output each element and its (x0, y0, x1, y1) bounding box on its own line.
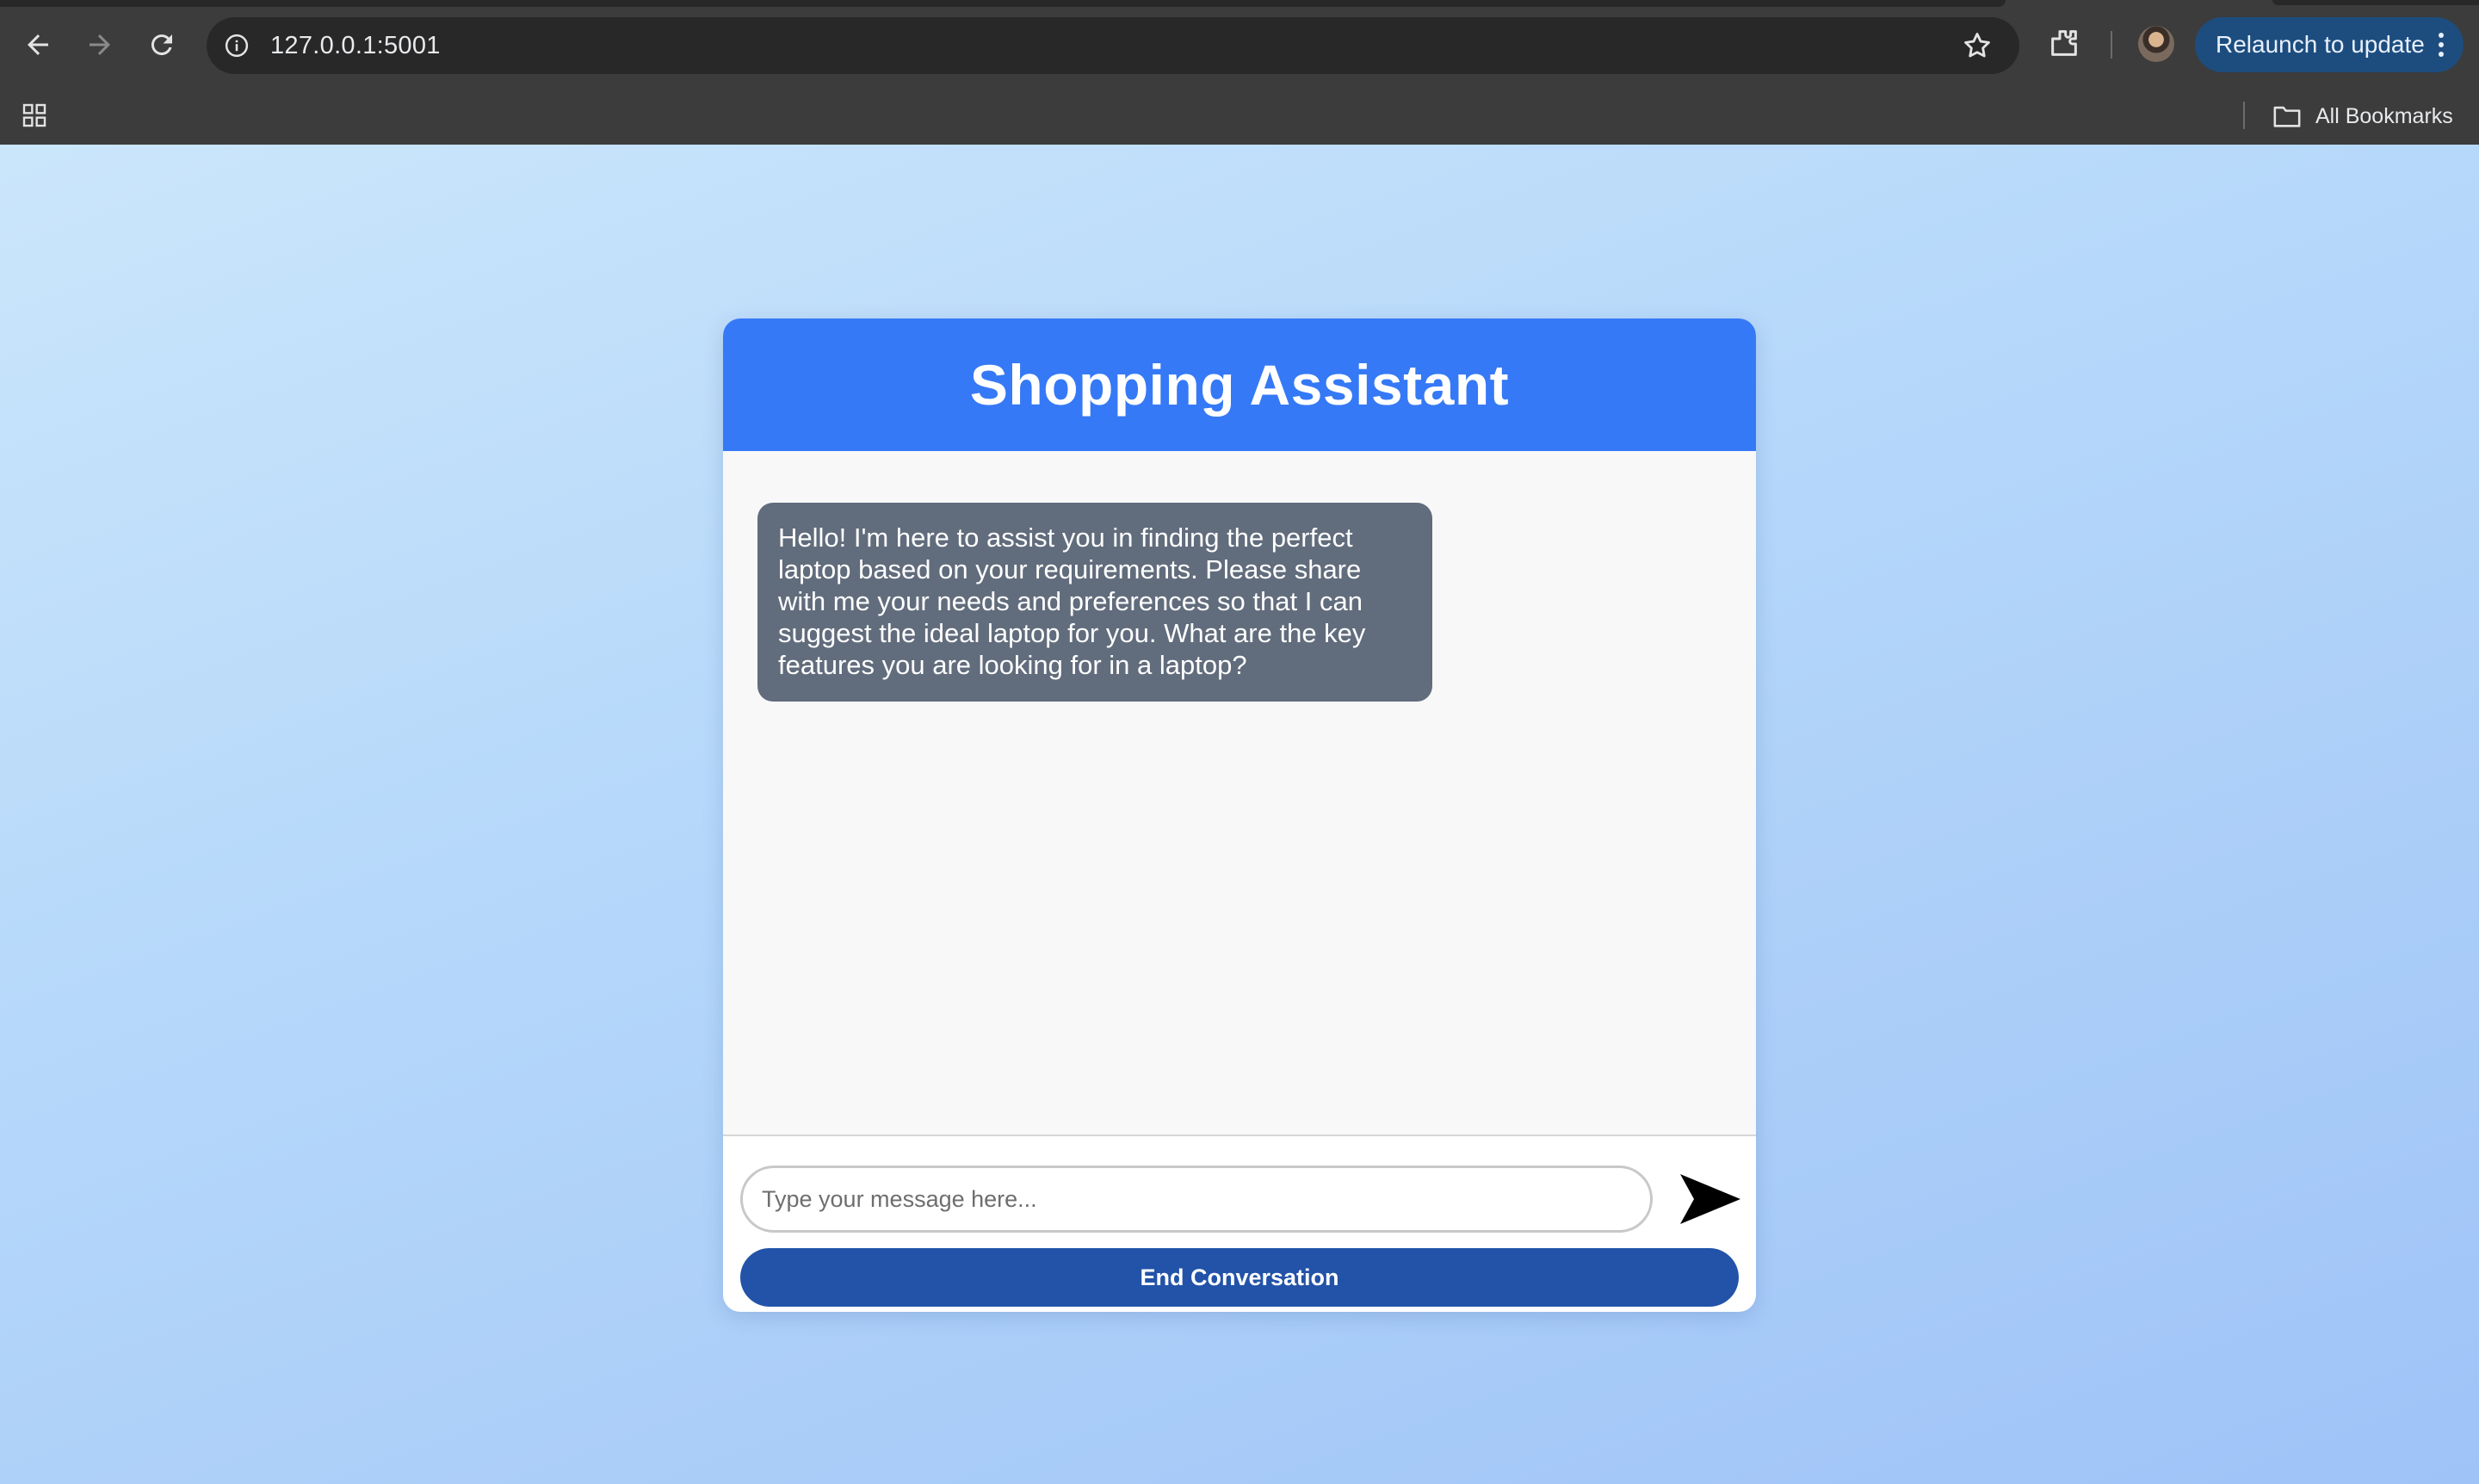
send-arrow-icon (1680, 1174, 1740, 1224)
assistant-message-bubble: Hello! I'm here to assist you in finding… (757, 503, 1432, 702)
relaunch-label: Relaunch to update (2216, 31, 2425, 58)
end-conversation-button[interactable]: End Conversation (740, 1248, 1739, 1307)
more-vert-icon[interactable] (2438, 33, 2445, 57)
forward-icon (90, 34, 110, 55)
extensions-icon[interactable] (2047, 26, 2081, 60)
reload-icon (151, 34, 172, 56)
forward-button[interactable] (74, 19, 126, 71)
site-info-icon[interactable] (219, 28, 255, 64)
message-input[interactable] (740, 1166, 1653, 1233)
folder-icon (2273, 106, 2301, 127)
all-bookmarks-label: All Bookmarks (2315, 103, 2453, 128)
back-icon (28, 34, 48, 55)
chat-messages[interactable]: Hello! I'm here to assist you in finding… (723, 451, 1756, 1136)
page-background: Shopping Assistant Hello! I'm here to as… (0, 145, 2479, 1484)
address-bar[interactable]: 127.0.0.1:5001 (207, 17, 2019, 74)
bookmark-star-icon[interactable] (1961, 29, 1994, 62)
chat-input-row (740, 1166, 1742, 1233)
profile-avatar[interactable] (2138, 26, 2174, 62)
send-button[interactable] (1677, 1171, 1742, 1227)
chat-title: Shopping Assistant (969, 353, 1510, 417)
chat-container: Shopping Assistant Hello! I'm here to as… (723, 318, 1756, 1312)
all-bookmarks-button[interactable]: All Bookmarks (2272, 88, 2453, 145)
tab-strip (0, 0, 2006, 7)
relaunch-button[interactable]: Relaunch to update (2195, 17, 2464, 72)
apps-grid-icon[interactable] (21, 102, 48, 129)
bookmarks-separator (2243, 102, 2245, 129)
url-text[interactable]: 127.0.0.1:5001 (270, 17, 441, 74)
back-button[interactable] (12, 19, 64, 71)
bookmarks-bar: All Bookmarks (0, 88, 2479, 145)
chat-header: Shopping Assistant (723, 318, 1756, 451)
tab-strip-right (2272, 0, 2479, 5)
reload-button[interactable] (136, 19, 188, 71)
browser-toolbar: 127.0.0.1:5001 Relaunch to update (0, 0, 2479, 88)
toolbar-separator (2111, 31, 2112, 59)
